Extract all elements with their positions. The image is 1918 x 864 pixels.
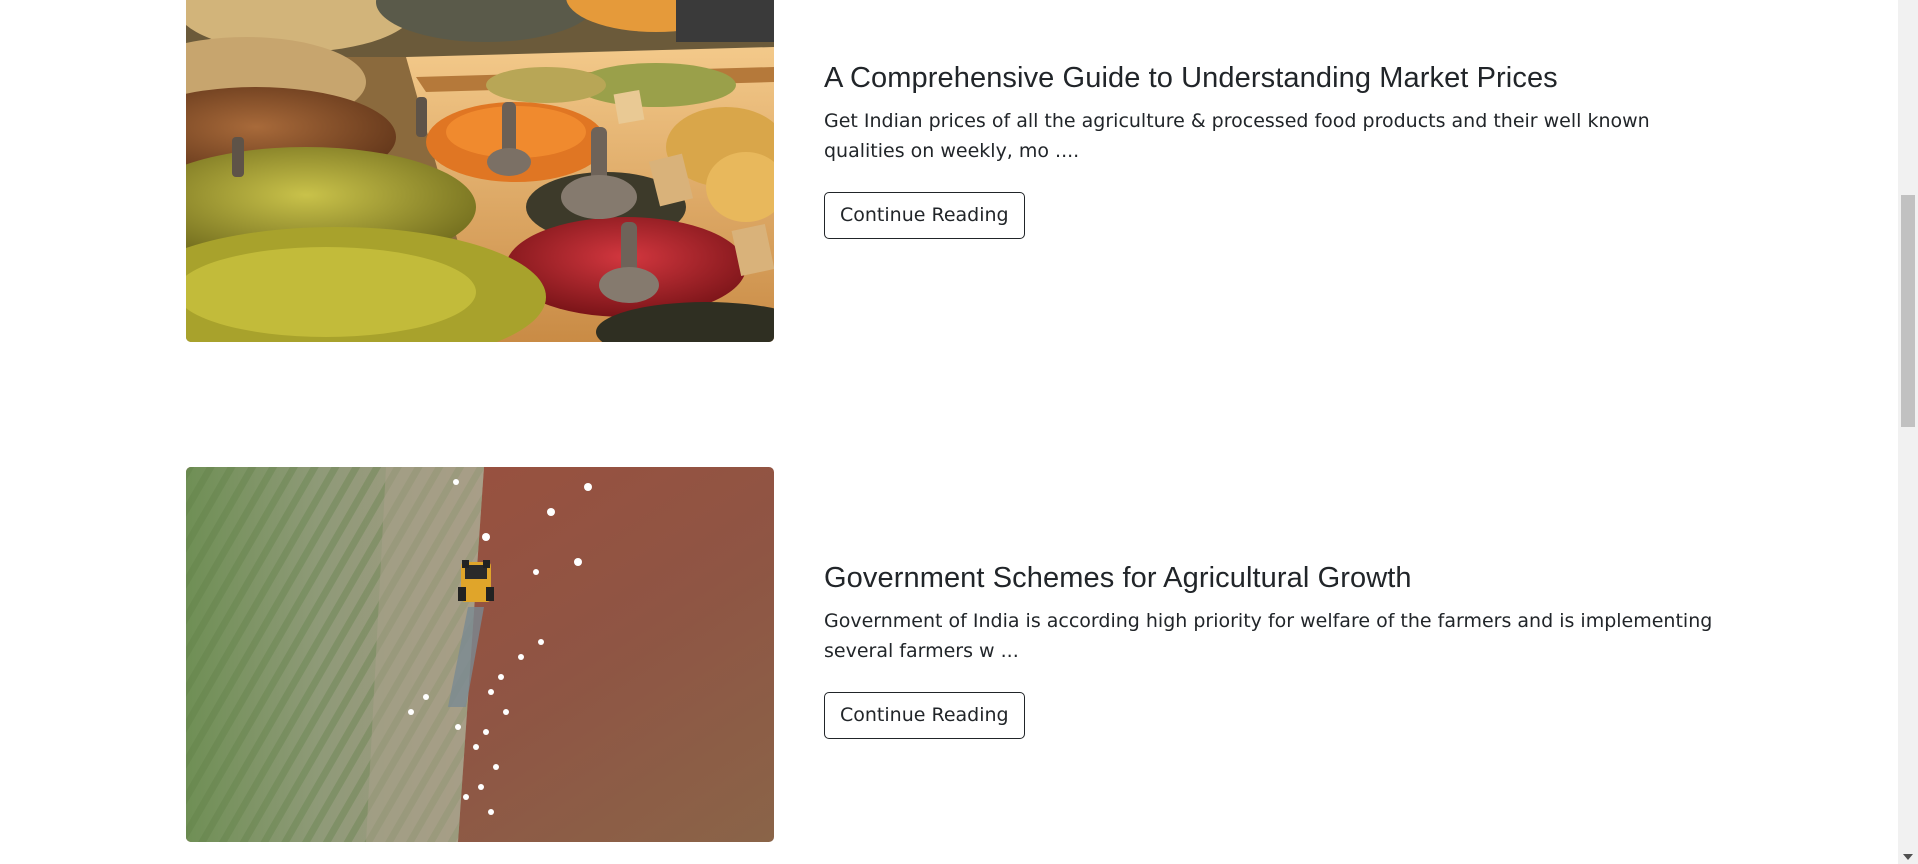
continue-reading-button[interactable]: Continue Reading <box>824 192 1025 239</box>
blog-list-page: A Comprehensive Guide to Understanding M… <box>0 0 1918 864</box>
blog-post-card: Government Schemes for Agricultural Grow… <box>186 467 1746 842</box>
blog-post-body: A Comprehensive Guide to Understanding M… <box>824 60 1744 239</box>
blog-post-title[interactable]: Government Schemes for Agricultural Grow… <box>824 560 1744 596</box>
blog-post-excerpt: Government of India is according high pr… <box>824 610 1713 662</box>
continue-reading-button[interactable]: Continue Reading <box>824 692 1025 739</box>
spice-market-image[interactable] <box>186 0 774 342</box>
blog-post-card: A Comprehensive Guide to Understanding M… <box>186 0 1746 342</box>
tractor-field-image[interactable] <box>186 467 774 842</box>
scrollbar-thumb[interactable] <box>1901 195 1915 427</box>
blog-post-title[interactable]: A Comprehensive Guide to Understanding M… <box>824 60 1744 96</box>
blog-post-body: Government Schemes for Agricultural Grow… <box>824 560 1744 739</box>
tractor-field-aerial-photo <box>186 467 774 842</box>
scroll-down-arrow-icon[interactable] <box>1903 854 1913 860</box>
page-scrollbar[interactable] <box>1898 0 1918 864</box>
spice-market-photo <box>186 0 774 342</box>
blog-post-excerpt: Get Indian prices of all the agriculture… <box>824 110 1650 162</box>
